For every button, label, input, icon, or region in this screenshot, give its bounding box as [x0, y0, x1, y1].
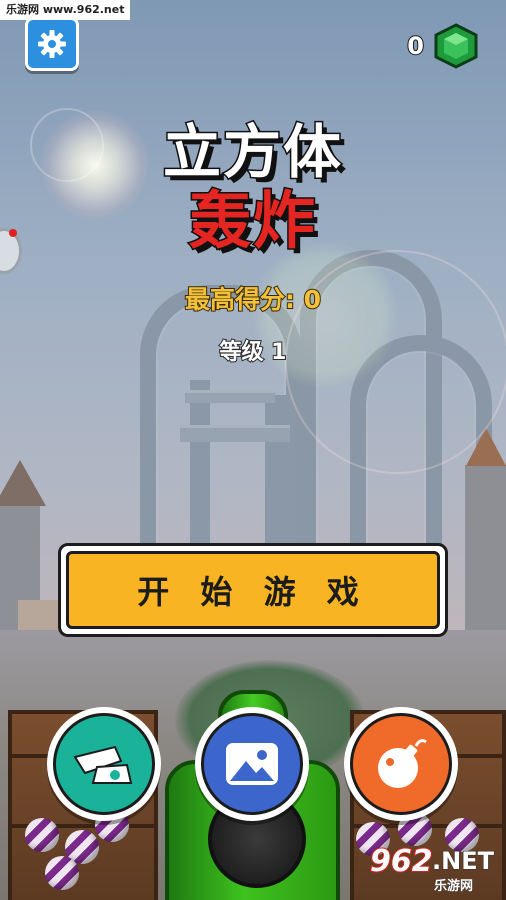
- bomb-icon: [378, 739, 427, 788]
- level-indicator: 等级 1: [219, 339, 288, 366]
- best-score: 最高得分: 0: [184, 284, 322, 315]
- start-game-label: 开 始 游 戏: [66, 551, 440, 629]
- cannon-icon: [73, 745, 133, 784]
- site-logo-watermark: 962 .NET 乐游网: [369, 843, 502, 895]
- tower-ledge: [180, 425, 290, 442]
- striped-ball: [25, 818, 59, 852]
- background-select-button[interactable]: [195, 707, 309, 821]
- green-gem-icon: [434, 23, 478, 69]
- left-roof: [0, 460, 46, 506]
- gem-count: 0: [406, 31, 425, 61]
- bomb-shop-button[interactable]: [344, 707, 458, 821]
- tower-ledge: [185, 390, 275, 403]
- logo-net: .NET: [432, 847, 495, 876]
- settings-button[interactable]: [25, 17, 79, 71]
- logo-subtitle: 乐游网: [434, 879, 474, 895]
- gem-counter: 0: [406, 23, 480, 69]
- landscape-image-icon: [226, 743, 278, 785]
- logo-number: 962: [369, 843, 434, 880]
- start-game-button[interactable]: 开 始 游 戏: [58, 543, 448, 637]
- game-title-line2: 轰炸: [187, 183, 317, 259]
- cannon-shop-button[interactable]: [47, 707, 161, 821]
- gear-icon: [38, 30, 66, 58]
- striped-ball: [45, 856, 79, 890]
